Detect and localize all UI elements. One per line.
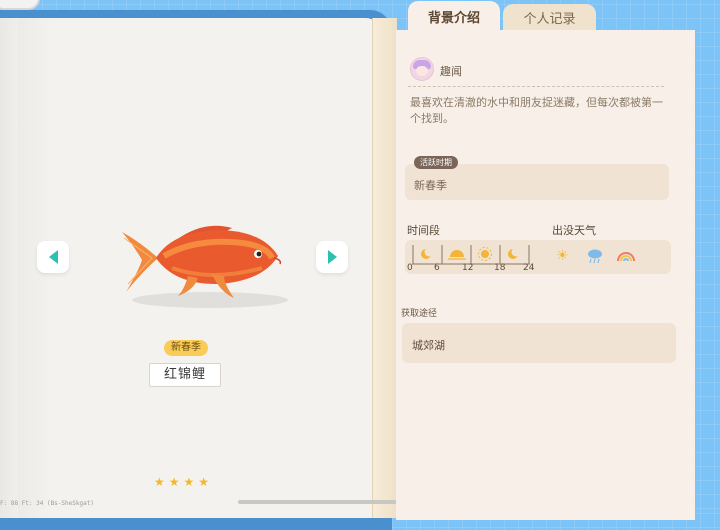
- sun-icon: [478, 247, 492, 261]
- time-tick: 24: [523, 263, 535, 273]
- tab-background-intro[interactable]: 背景介绍: [408, 1, 500, 31]
- moon-icon: [508, 247, 521, 259]
- tab-personal-record[interactable]: 个人记录: [503, 4, 596, 30]
- debug-overlay: F: 88 Ft: 34 (Bs-SheSkgat): [0, 500, 94, 507]
- star-icon: ★: [198, 475, 210, 489]
- fun-fact-text: 最喜欢在清澈的水中和朋友捉迷藏，但每次都被第一个找到。: [410, 96, 663, 125]
- book-spine: [372, 18, 397, 518]
- time-tick: 6: [434, 263, 440, 273]
- avatar: [410, 57, 434, 81]
- next-fish-button[interactable]: [316, 241, 348, 273]
- star-icon: ★: [183, 475, 195, 489]
- star-icon: ★: [154, 475, 165, 489]
- moon-icon: [421, 247, 434, 259]
- corner-button[interactable]: [0, 0, 40, 10]
- rainbow-icon: [617, 252, 635, 262]
- fun-fact-title: 趣闻: [440, 65, 462, 78]
- star-icon: ★: [168, 475, 180, 489]
- weather-label: 出没天气: [552, 224, 596, 237]
- fish-name-label: 红锦鲤: [149, 363, 221, 387]
- source-label: 获取途径: [401, 309, 438, 319]
- arrow-right-icon: [327, 250, 337, 264]
- divider: [408, 86, 664, 87]
- rain-icon: [588, 249, 602, 264]
- source-value: 城郊湖: [412, 339, 445, 352]
- prev-fish-button[interactable]: [37, 241, 69, 273]
- sunrise-icon: [448, 250, 466, 260]
- koi-fish-image: [122, 225, 288, 308]
- arrow-left-icon: [48, 250, 58, 264]
- time-period-label: 时间段: [407, 224, 440, 237]
- time-tick: 18: [494, 263, 506, 273]
- time-tick: 0: [407, 263, 413, 273]
- time-period-chart: [412, 245, 530, 265]
- rarity-stars: ★ ★ ★ ★: [154, 476, 209, 488]
- active-period-tag: 活跃时期: [414, 156, 458, 169]
- active-period-value: 新春季: [414, 179, 447, 192]
- sunny-icon: ☀: [556, 248, 569, 264]
- season-tag: 新春季: [164, 340, 208, 356]
- home-indicator: [238, 500, 418, 504]
- time-tick: 12: [462, 263, 474, 273]
